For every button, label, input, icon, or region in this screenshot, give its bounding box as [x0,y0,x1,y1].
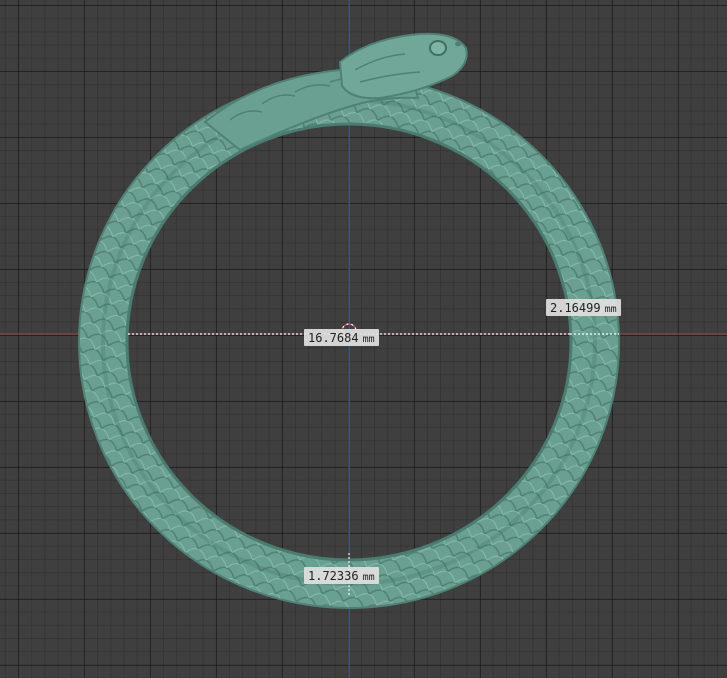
3d-viewport[interactable]: 16.7684 mm 2.16499 mm 1.72336 mm [0,0,727,678]
diameter-unit: mm [362,334,375,345]
diameter-label: 16.7684 mm [304,329,379,346]
diameter-value: 16.7684 [308,331,359,345]
width-label: 2.16499 mm [546,299,621,316]
thickness-label: 1.72336 mm [304,567,379,584]
snake-head [338,32,468,100]
thickness-value: 1.72336 [308,569,359,583]
width-value: 2.16499 [550,301,601,315]
width-unit: mm [604,304,617,315]
thickness-unit: mm [362,572,375,583]
snake-eye [429,40,447,56]
